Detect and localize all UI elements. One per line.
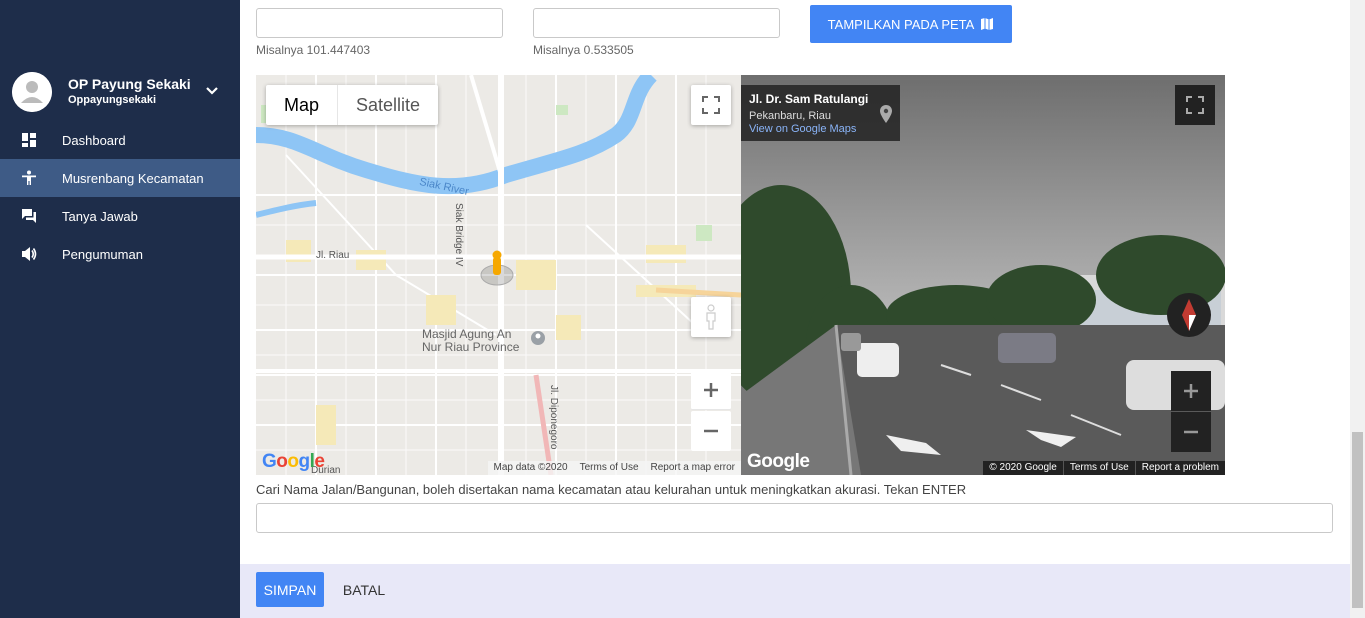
sidebar-item-label: Tanya Jawab bbox=[62, 208, 138, 224]
fullscreen-icon bbox=[1186, 96, 1204, 114]
map-footer: Map data ©2020 Terms of Use Report a map… bbox=[487, 461, 741, 475]
pegman-icon bbox=[704, 304, 718, 330]
avatar bbox=[12, 72, 52, 112]
main-content: Misalnya 101.447403 Misalnya 0.533505 TA… bbox=[240, 0, 1350, 618]
street-view-fullscreen-button[interactable] bbox=[1175, 85, 1215, 125]
show-on-map-button[interactable]: TAMPILKAN PADA PETA bbox=[810, 5, 1012, 43]
street-view-footer: © 2020 Google Terms of Use Report a prob… bbox=[983, 461, 1225, 475]
profile-name: OP Payung Sekaki bbox=[68, 76, 191, 92]
map-label-bridge: Siak Bridge IV bbox=[453, 203, 464, 267]
pegman-button[interactable] bbox=[691, 297, 731, 337]
sidebar-item-label: Dashboard bbox=[62, 132, 126, 148]
compass-icon[interactable] bbox=[1167, 293, 1211, 337]
search-location-input[interactable] bbox=[256, 503, 1333, 533]
latitude-hint: Misalnya 0.533505 bbox=[533, 43, 634, 57]
profile-username: Oppayungsekaki bbox=[68, 94, 157, 106]
minus-icon bbox=[702, 422, 720, 440]
longitude-hint: Misalnya 101.447403 bbox=[256, 43, 371, 57]
save-button[interactable]: SIMPAN bbox=[256, 572, 324, 607]
fullscreen-button[interactable] bbox=[691, 85, 731, 125]
report-map-error-link[interactable]: Report a map error bbox=[645, 461, 741, 475]
person-icon bbox=[20, 169, 38, 187]
tab-satellite[interactable]: Satellite bbox=[338, 85, 438, 125]
map-label-riau: Jl. Riau bbox=[316, 250, 350, 261]
dashboard-icon bbox=[20, 131, 38, 149]
view-on-google-maps-link[interactable]: View on Google Maps bbox=[749, 123, 892, 135]
longitude-input[interactable] bbox=[256, 8, 503, 38]
sidebar-item-dashboard[interactable]: Dashboard bbox=[0, 121, 240, 159]
map-canvas bbox=[256, 75, 741, 475]
map-label-diponegoro: Jl. Diponegoro bbox=[548, 385, 559, 450]
google-map[interactable]: Siak River Siak Bridge IV Jl. Riau Masji… bbox=[256, 75, 741, 475]
zoom-out-button[interactable] bbox=[691, 411, 731, 451]
sidebar-item-tanya-jawab[interactable]: Tanya Jawab bbox=[0, 197, 240, 235]
sidebar-item-label: Musrenbang Kecamatan bbox=[62, 170, 204, 186]
street-view-terms-link[interactable]: Terms of Use bbox=[1062, 461, 1135, 475]
street-view-zoom-out-button[interactable] bbox=[1171, 412, 1211, 452]
street-view-subtitle: Pekanbaru, Riau bbox=[749, 110, 831, 122]
map-label-mosque: Masjid Agung An Nur Riau Province bbox=[422, 327, 520, 354]
search-label: Cari Nama Jalan/Bangunan, boleh disertak… bbox=[256, 482, 967, 497]
scrollbar[interactable] bbox=[1350, 0, 1365, 618]
map-type-control: Map Satellite bbox=[266, 85, 439, 125]
cancel-button[interactable]: BATAL bbox=[336, 572, 392, 607]
location-pin-icon bbox=[880, 105, 892, 128]
plus-icon bbox=[702, 381, 720, 399]
chevron-down-icon[interactable] bbox=[205, 84, 219, 98]
sidebar-item-musrenbang[interactable]: Musrenbang Kecamatan bbox=[0, 159, 240, 197]
form-footer: SIMPAN BATAL bbox=[240, 564, 1350, 618]
sidebar-item-pengumuman[interactable]: Pengumuman bbox=[0, 235, 240, 273]
megaphone-icon bbox=[20, 245, 38, 263]
fullscreen-icon bbox=[702, 96, 720, 114]
sidebar-item-label: Pengumuman bbox=[62, 246, 143, 262]
street-view[interactable]: Jl. Dr. Sam Ratulangi Pekanbaru, Riau Vi… bbox=[741, 75, 1225, 475]
street-view-title: Jl. Dr. Sam Ratulangi bbox=[749, 92, 869, 106]
street-view-google-logo: Google bbox=[747, 451, 810, 472]
map-terms-link[interactable]: Terms of Use bbox=[574, 461, 645, 475]
sidebar: OP Payung Sekaki Oppayungsekaki Dashboar… bbox=[0, 0, 240, 618]
chat-icon bbox=[20, 207, 38, 225]
map-icon bbox=[980, 17, 994, 31]
tab-map[interactable]: Map bbox=[266, 85, 339, 125]
zoom-in-button[interactable] bbox=[691, 370, 731, 410]
minus-icon bbox=[1182, 423, 1200, 441]
scrollbar-thumb[interactable] bbox=[1352, 432, 1363, 608]
user-profile[interactable]: OP Payung Sekaki Oppayungsekaki bbox=[12, 72, 232, 112]
show-on-map-label: TAMPILKAN PADA PETA bbox=[827, 16, 975, 32]
report-problem-link[interactable]: Report a problem bbox=[1134, 461, 1225, 475]
plus-icon bbox=[1182, 382, 1200, 400]
copyright-text: © 2020 Google bbox=[989, 462, 1057, 473]
latitude-input[interactable] bbox=[533, 8, 780, 38]
google-logo: Google bbox=[262, 451, 325, 472]
street-view-zoom-in-button[interactable] bbox=[1171, 371, 1211, 411]
map-data-text: Map data ©2020 bbox=[493, 462, 568, 473]
street-view-info: Jl. Dr. Sam Ratulangi Pekanbaru, Riau Vi… bbox=[741, 85, 900, 141]
